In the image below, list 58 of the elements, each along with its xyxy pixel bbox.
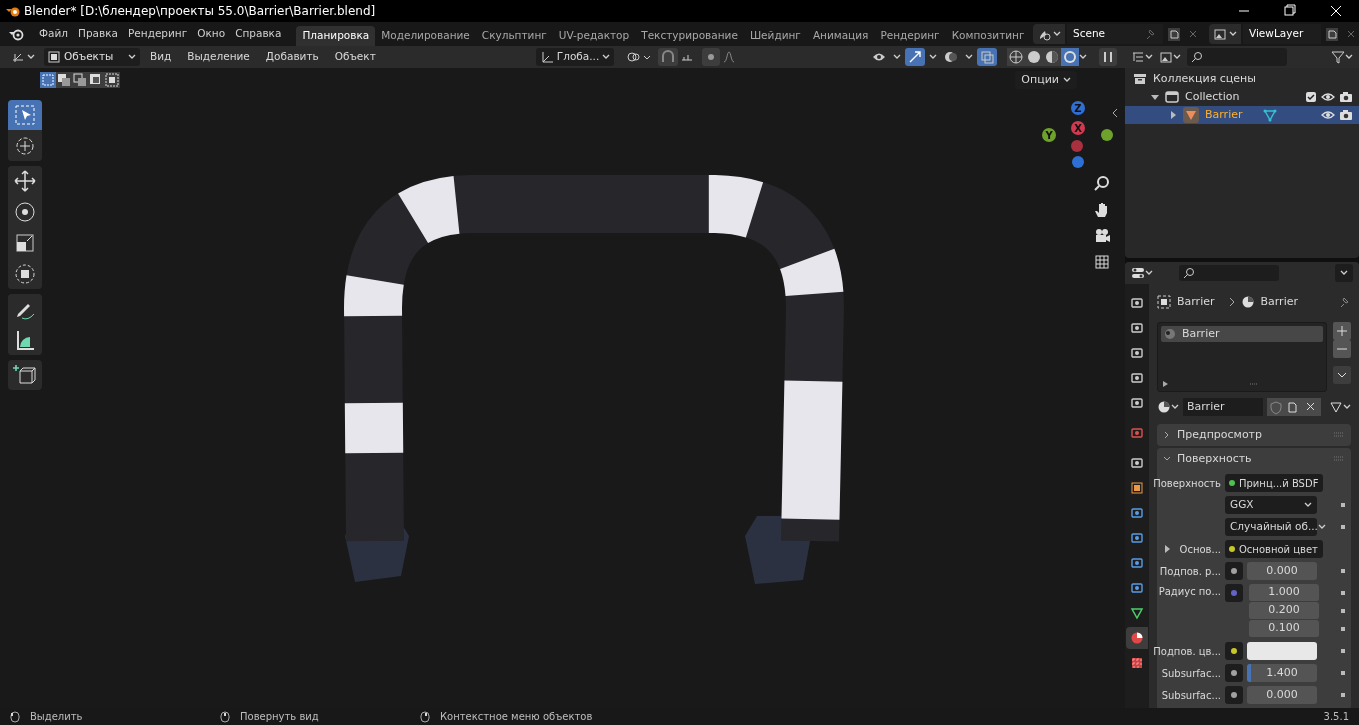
breadcrumb-item: Barrier <box>1260 293 1298 310</box>
menu-item[interactable]: Файл <box>34 24 73 44</box>
property-label: Основ... <box>1179 542 1221 557</box>
menu-item[interactable]: Объект <box>328 49 382 65</box>
workspace-tab[interactable]: Планировка <box>296 26 376 46</box>
view-layer-field[interactable]: ViewLayer <box>1243 24 1321 44</box>
workspace-tab[interactable]: Шейдинг <box>743 26 807 46</box>
status-hint: Выделить <box>30 710 83 724</box>
menu-item[interactable]: Рендеринг <box>123 24 193 44</box>
orientation-dropdown[interactable]: Глоба... <box>535 48 615 66</box>
material-slot[interactable]: Barrier <box>1161 326 1323 342</box>
panel-header[interactable]: Поверхность <box>1157 448 1351 470</box>
property-label: Subsurfac... <box>1161 666 1221 681</box>
dropdown[interactable]: GGX <box>1225 496 1317 514</box>
outliner-row[interactable]: Collection <box>1125 88 1359 106</box>
menu-item[interactable]: Выделение <box>181 49 256 65</box>
property-label: Подпов. р... <box>1159 564 1221 579</box>
workspace-tab[interactable]: Рендеринг <box>874 26 946 46</box>
workspace-tab[interactable]: Композитинг <box>945 26 1031 46</box>
number-field[interactable]: 0.100 <box>1249 620 1319 638</box>
linked-node-button[interactable]: Основной цвет <box>1225 540 1323 558</box>
number-field[interactable]: 1.000 <box>1249 584 1319 602</box>
number-field[interactable]: 0.000 <box>1247 686 1317 704</box>
mode-dropdown[interactable]: Объекты <box>44 48 140 66</box>
menu-item[interactable]: Правка <box>73 24 123 44</box>
axis-handle[interactable]: Z <box>1071 101 1085 115</box>
breadcrumb-item: Barrier <box>1177 293 1215 310</box>
scene-name: Scene <box>1073 26 1105 42</box>
panel-header[interactable]: Предпросмотр <box>1157 424 1351 446</box>
workspace-tab[interactable]: Скульптинг <box>475 26 553 46</box>
property-label: Subsurfac... <box>1161 688 1221 703</box>
view-layer-name: ViewLayer <box>1249 26 1304 42</box>
scene-field[interactable]: Scene <box>1067 24 1163 44</box>
workspace-tab[interactable]: Анимация <box>806 26 875 46</box>
workspace-tab[interactable]: UV-редактор <box>552 26 636 46</box>
window-title: Blender* [D:\блендер\проекты 55.0\Barrier\Barrier.blend] <box>24 3 376 20</box>
linked-node-button[interactable]: Принц...й BSDF <box>1225 474 1323 492</box>
menu-item[interactable]: Окно <box>192 24 231 44</box>
menu-item[interactable]: Вид <box>144 49 178 65</box>
options-dropdown[interactable]: Опции <box>1015 71 1077 89</box>
menu-item[interactable]: Справка <box>230 24 287 44</box>
number-field[interactable]: 0.000 <box>1247 562 1317 580</box>
status-hint: Контекстное меню объектов <box>440 710 593 724</box>
outliner-row[interactable]: Barrier <box>1125 106 1359 124</box>
slider-field[interactable]: 1.400 <box>1247 664 1317 682</box>
outliner-row[interactable]: Коллекция сцены <box>1125 70 1359 88</box>
number-field[interactable]: 0.200 <box>1249 602 1319 620</box>
material-name-field[interactable]: Barrier <box>1183 398 1263 416</box>
property-label: Радиус по... <box>1158 585 1221 599</box>
workspace-tab[interactable]: Моделирование <box>375 26 476 46</box>
property-label: Поверхность <box>1153 476 1221 491</box>
workspace-tab[interactable]: Текстурирование <box>635 26 744 46</box>
axis-handle[interactable]: X <box>1071 121 1085 135</box>
version-label: 3.5.1 <box>1323 710 1349 724</box>
property-label: Подпов. цв... <box>1153 644 1221 659</box>
menu-item[interactable]: Добавить <box>259 49 325 65</box>
axis-handle[interactable]: Y <box>1042 128 1056 142</box>
status-hint: Повернуть вид <box>240 710 319 724</box>
